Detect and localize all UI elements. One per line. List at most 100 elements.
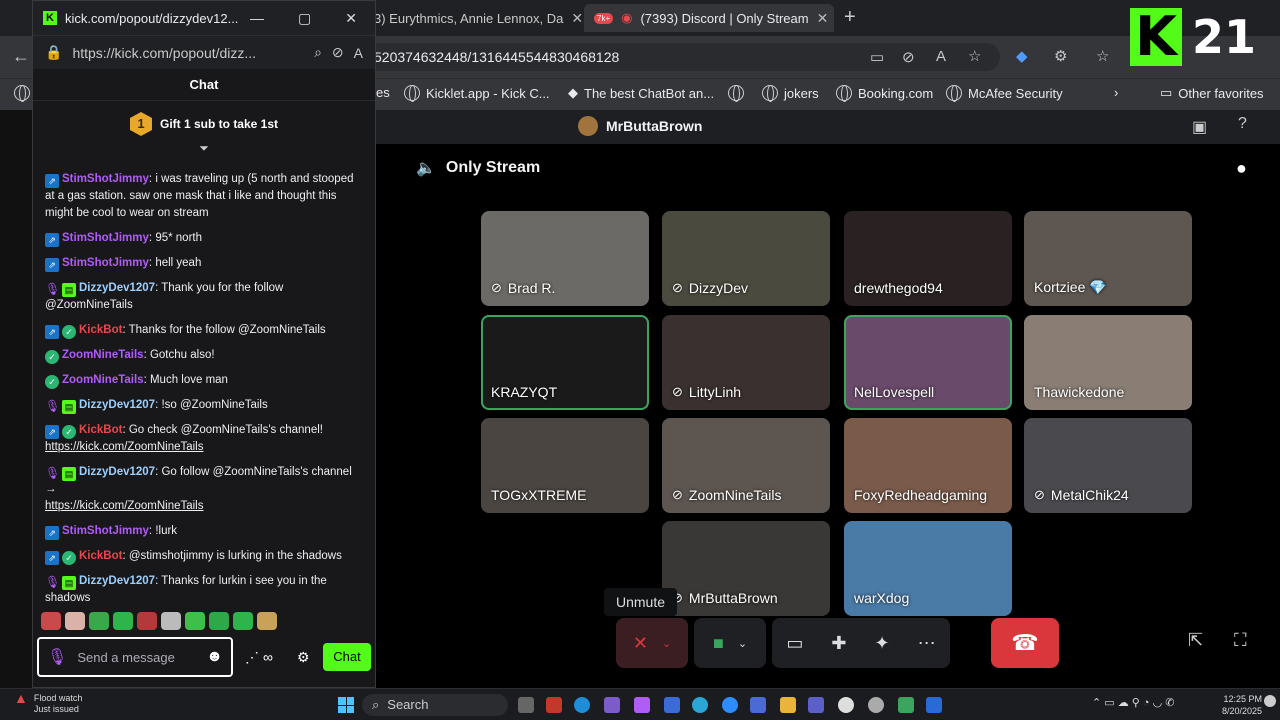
emoji-icon[interactable]: ☻ xyxy=(206,648,223,666)
store-icon[interactable] xyxy=(750,697,766,713)
taskbar-search[interactable]: ⌕ Search xyxy=(362,694,508,716)
chat-username[interactable]: DizzyDev1207 xyxy=(79,466,155,478)
participant-tile[interactable]: Thawickedone xyxy=(1024,315,1192,410)
favorite-jokers[interactable]: jokers xyxy=(762,85,819,102)
participant-tile[interactable]: ⊘ DizzyDev xyxy=(662,211,830,306)
other-favorites[interactable]: ▭ Other favorites xyxy=(1160,85,1264,101)
emote[interactable] xyxy=(161,612,181,630)
message-input[interactable] xyxy=(77,649,188,665)
participant-tile[interactable]: drewthegod94 xyxy=(844,211,1012,306)
zoom-app-icon[interactable] xyxy=(722,697,738,713)
favorite-blank[interactable] xyxy=(728,85,744,102)
activities-icon[interactable]: ✚ xyxy=(831,633,846,654)
favorite-booking[interactable]: Booking.com xyxy=(836,85,933,102)
participant-tile[interactable]: ⊘ Brad R. xyxy=(481,211,649,306)
soundboard-icon[interactable]: ✦ xyxy=(875,633,890,654)
chat-username[interactable]: DizzyDev1207 xyxy=(79,399,155,411)
share-icon[interactable]: ⋰ xyxy=(245,649,259,666)
app-icon[interactable] xyxy=(926,697,942,713)
chat-link[interactable]: https://kick.com/ZoomNineTails xyxy=(45,439,365,456)
extensions-icon[interactable]: ⚙ xyxy=(1054,47,1067,65)
participant-tile[interactable]: ⊘ ZoomNineTails xyxy=(662,418,830,513)
tab-music[interactable]: 3) Eurythmics, Annie Lennox, Da ✕ xyxy=(364,4,582,32)
favorites-icon[interactable]: ☆ xyxy=(1096,47,1109,65)
chat-link[interactable]: https://kick.com/ZoomNineTails xyxy=(45,498,365,515)
emote[interactable] xyxy=(185,612,205,630)
screen-share-icon[interactable]: ▭ xyxy=(786,633,803,654)
chat-username[interactable]: KickBot xyxy=(79,324,122,336)
participant-tile[interactable]: KRAZYQT xyxy=(481,315,649,410)
chat-username[interactable]: StimShotJimmy xyxy=(62,232,149,244)
camera-button[interactable]: ■ ⌄ xyxy=(694,618,766,668)
settings-gear-icon[interactable]: ⚙ xyxy=(297,649,310,666)
chat-username[interactable]: KickBot xyxy=(79,550,122,562)
copilot-icon[interactable] xyxy=(604,697,620,713)
emote[interactable] xyxy=(257,612,277,630)
zoom-icon[interactable]: ⌕ xyxy=(314,44,322,61)
settings-icon[interactable] xyxy=(868,697,884,713)
emote[interactable] xyxy=(233,612,253,630)
filter-icon[interactable]: ⏷ xyxy=(33,141,375,156)
tab-discord[interactable]: 7k+ ◉ (7393) Discord | Only Stream ✕ xyxy=(584,4,834,32)
task-view-icon[interactable] xyxy=(518,697,534,713)
chat-username[interactable]: StimShotJimmy xyxy=(62,173,149,185)
chat-username[interactable]: ZoomNineTails xyxy=(62,374,144,386)
participant-tile[interactable]: ⊘ LittyLinh xyxy=(662,315,830,410)
chevron-down-icon[interactable]: ⌄ xyxy=(738,637,747,650)
shield-icon[interactable]: ◆ xyxy=(1016,47,1028,65)
close-tab-icon[interactable]: ✕ xyxy=(817,10,829,27)
chevron-down-icon[interactable]: ⌄ xyxy=(662,637,671,650)
close-tab-icon[interactable]: ✕ xyxy=(571,10,582,27)
system-clock[interactable]: 12:25 PM 8/20/2025 xyxy=(1222,693,1262,717)
new-tab-icon[interactable]: + xyxy=(844,6,856,29)
app-icon[interactable] xyxy=(898,697,914,713)
chat-username[interactable]: StimShotJimmy xyxy=(62,525,149,537)
weather-widget[interactable]: ▲ Flood watch Just issued xyxy=(14,691,82,715)
chat-username[interactable]: DizzyDev1207 xyxy=(79,282,155,294)
camera-icon[interactable]: ▭ xyxy=(870,48,884,66)
favorite-es[interactable]: es xyxy=(376,85,390,100)
participant-tile[interactable]: ⊘ MrButtaBrown xyxy=(662,521,830,616)
help-icon[interactable]: ? xyxy=(1238,115,1247,133)
inbox-icon[interactable]: ▣ xyxy=(1192,117,1207,137)
favorites-more-icon[interactable]: › xyxy=(1114,85,1118,100)
favorite-kicklet[interactable]: Kicklet.app - Kick C... xyxy=(404,85,550,102)
chat-username[interactable]: ZoomNineTails xyxy=(62,349,144,361)
send-chat-button[interactable]: Chat xyxy=(323,643,371,671)
edge-icon[interactable] xyxy=(574,697,590,713)
emote[interactable] xyxy=(41,612,61,630)
participant-tile[interactable]: ⊘ MetalChik24 xyxy=(1024,418,1192,513)
emote[interactable] xyxy=(209,612,229,630)
close-icon[interactable]: ✕ xyxy=(345,10,357,27)
favorite-star-icon[interactable]: ☆ xyxy=(968,47,981,65)
favorite-globe[interactable] xyxy=(14,85,30,102)
read-aloud-icon[interactable]: A xyxy=(354,45,363,61)
participant-tile[interactable]: FoxyRedheadgaming xyxy=(844,418,1012,513)
emote[interactable] xyxy=(89,612,109,630)
start-button[interactable] xyxy=(338,697,354,713)
chat-bubble-icon[interactable]: ● xyxy=(1236,158,1247,179)
participant-tile[interactable]: Kortziee 💎 xyxy=(1024,211,1192,306)
mute-toggle-button[interactable]: ✕ ⌄ xyxy=(616,618,688,668)
notifications-icon[interactable] xyxy=(1264,695,1276,707)
app-icon[interactable] xyxy=(546,697,562,713)
chat-username[interactable]: KickBot xyxy=(79,424,122,436)
app-icon[interactable] xyxy=(634,697,650,713)
teams-icon[interactable] xyxy=(808,697,824,713)
favorite-mcafee[interactable]: McAfee Security xyxy=(946,85,1063,102)
media-player-icon[interactable] xyxy=(838,697,854,713)
tray-icons[interactable]: ⌃ ▭ ☁ ⚲ ◔ ◡ ✆ xyxy=(1092,696,1174,709)
chat-username[interactable]: StimShotJimmy xyxy=(62,257,149,269)
emote[interactable] xyxy=(113,612,133,630)
tracking-icon[interactable]: ⊘ xyxy=(332,44,344,61)
minimize-icon[interactable]: — xyxy=(250,10,264,27)
favorite-chatbot[interactable]: ◆ The best ChatBot an... xyxy=(568,85,714,101)
infinity-icon[interactable]: ∞ xyxy=(263,649,273,665)
participant-tile[interactable]: NelLovespell xyxy=(844,315,1012,410)
app-icon[interactable] xyxy=(664,697,680,713)
emote[interactable] xyxy=(137,612,157,630)
back-arrow-icon[interactable]: ← xyxy=(12,46,30,67)
read-aloud-icon[interactable]: A xyxy=(936,48,946,65)
popout-icon[interactable]: ⇱ xyxy=(1188,630,1203,651)
tracking-icon[interactable]: ⊘ xyxy=(902,48,915,66)
